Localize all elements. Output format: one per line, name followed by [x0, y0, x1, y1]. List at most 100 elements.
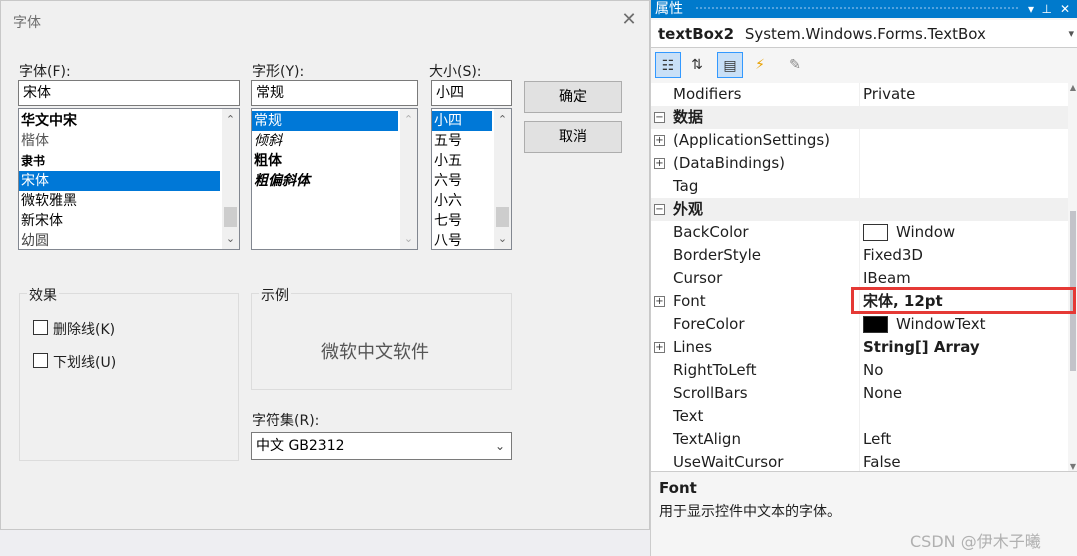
close-icon[interactable]: ✕: [618, 9, 640, 31]
font-list-item[interactable]: 幼圆: [19, 231, 220, 249]
property-name: (DataBindings): [673, 154, 786, 172]
collapse-icon[interactable]: −: [654, 204, 665, 215]
property-value[interactable]: False: [863, 451, 901, 471]
property-value[interactable]: Fixed3D: [863, 244, 923, 267]
property-row[interactable]: BorderStyle Fixed3D: [651, 244, 1068, 267]
scroll-down-icon[interactable]: ▼: [1068, 462, 1077, 471]
property-row[interactable]: ScrollBars None: [651, 382, 1068, 405]
ok-button[interactable]: 确定: [524, 81, 622, 113]
property-row[interactable]: BackColor Window: [651, 221, 1068, 244]
scroll-down-icon[interactable]: ⌄: [494, 230, 511, 247]
column-divider: [859, 175, 860, 198]
property-value[interactable]: Left: [863, 428, 891, 451]
expand-icon[interactable]: +: [654, 158, 665, 169]
font-list-scrollbar[interactable]: ⌃ ⌄: [222, 109, 239, 249]
categorized-icon[interactable]: ☷: [655, 52, 681, 78]
size-list-item[interactable]: 小六: [432, 191, 492, 211]
style-list-item[interactable]: 倾斜: [252, 131, 398, 151]
dropdown-icon[interactable]: ▾: [1028, 0, 1034, 18]
scroll-up-icon[interactable]: ⌃: [494, 111, 511, 128]
size-list-item[interactable]: 八号: [432, 231, 492, 249]
property-grid: Modifiers Private − 数据 + (ApplicationSettings…: [651, 83, 1068, 471]
property-row[interactable]: ForeColor WindowText: [651, 313, 1068, 336]
font-list-item[interactable]: 宋体: [19, 171, 220, 191]
property-value[interactable]: WindowText: [896, 313, 985, 336]
alphabetical-icon[interactable]: ⇅: [684, 52, 710, 78]
property-row[interactable]: + (DataBindings): [651, 152, 1068, 175]
property-row[interactable]: UseWaitCursor False: [651, 451, 1068, 471]
scroll-thumb[interactable]: [224, 207, 237, 227]
scroll-up-icon[interactable]: ⌃: [400, 111, 417, 128]
font-input[interactable]: 宋体: [18, 80, 240, 106]
property-name: Lines: [673, 338, 713, 356]
column-divider: [859, 382, 860, 405]
property-value[interactable]: None: [863, 382, 902, 405]
expand-icon[interactable]: +: [654, 296, 665, 307]
pin-icon[interactable]: ⊥: [1042, 0, 1052, 18]
cancel-button[interactable]: 取消: [524, 121, 622, 153]
style-list-scrollbar[interactable]: ⌃ ⌄: [400, 109, 417, 249]
object-selector[interactable]: textBox2 System.Windows.Forms.TextBox ▾: [651, 20, 1077, 48]
effects-label: 效果: [27, 285, 59, 305]
property-row[interactable]: + (ApplicationSettings): [651, 129, 1068, 152]
scroll-down-icon[interactable]: ⌄: [400, 230, 417, 247]
property-row[interactable]: Modifiers Private: [651, 83, 1068, 106]
property-row[interactable]: TextAlign Left: [651, 428, 1068, 451]
property-grid-scrollbar[interactable]: ▲ ▼: [1068, 83, 1077, 471]
chevron-down-icon: ▾: [1068, 27, 1074, 40]
collapse-icon[interactable]: −: [654, 112, 665, 123]
properties-icon[interactable]: ▤: [717, 52, 743, 78]
property-pages-icon[interactable]: ✎: [782, 52, 808, 78]
style-list-item[interactable]: 粗体: [252, 151, 398, 171]
property-row[interactable]: RightToLeft No: [651, 359, 1068, 382]
events-icon[interactable]: ⚡: [747, 52, 773, 78]
size-list-item[interactable]: 六号: [432, 171, 492, 191]
close-icon[interactable]: ✕: [1060, 0, 1070, 18]
font-list-item[interactable]: 隶书: [19, 151, 220, 171]
font-list[interactable]: 华文中宋 楷体 隶书 宋体 微软雅黑 新宋体 幼圆 ⌃ ⌄: [18, 108, 240, 250]
property-value[interactable]: String[] Array: [863, 336, 980, 359]
property-category[interactable]: − 数据: [651, 106, 1068, 129]
strikeout-label: 删除线(K): [53, 322, 116, 338]
property-name: TextAlign: [673, 430, 741, 448]
scroll-thumb[interactable]: [496, 207, 509, 227]
column-divider: [859, 152, 860, 175]
property-row[interactable]: Tag: [651, 175, 1068, 198]
charset-select[interactable]: 中文 GB2312 ⌄: [251, 432, 512, 460]
effects-group: [19, 293, 239, 461]
size-list-item[interactable]: 小五: [432, 151, 492, 171]
font-list-item[interactable]: 微软雅黑: [19, 191, 220, 211]
font-list-item[interactable]: 华文中宋: [19, 111, 220, 131]
underline-checkbox[interactable]: [33, 353, 48, 368]
scroll-up-icon[interactable]: ▲: [1068, 83, 1077, 92]
titlebar-grip: [695, 6, 1018, 11]
style-input[interactable]: 常规: [251, 80, 418, 106]
scroll-down-icon[interactable]: ⌄: [222, 230, 239, 247]
expand-icon[interactable]: +: [654, 135, 665, 146]
column-divider: [859, 83, 860, 106]
style-list-item[interactable]: 常规: [252, 111, 398, 131]
property-value[interactable]: No: [863, 359, 883, 382]
style-list-item[interactable]: 粗偏斜体: [252, 171, 398, 191]
scroll-up-icon[interactable]: ⌃: [222, 111, 239, 128]
size-list[interactable]: 小四 五号 小五 六号 小六 七号 八号 ⌃ ⌄: [431, 108, 512, 250]
size-list-item[interactable]: 七号: [432, 211, 492, 231]
size-list-scrollbar[interactable]: ⌃ ⌄: [494, 109, 511, 249]
column-divider: [859, 405, 860, 428]
font-list-item[interactable]: 新宋体: [19, 211, 220, 231]
property-value[interactable]: Window: [896, 221, 955, 244]
size-list-item[interactable]: 小四: [432, 111, 492, 131]
expand-icon[interactable]: +: [654, 342, 665, 353]
font-list-item[interactable]: 楷体: [19, 131, 220, 151]
strikeout-checkbox[interactable]: [33, 320, 48, 335]
property-row[interactable]: + Lines String[] Array: [651, 336, 1068, 359]
property-category[interactable]: − 外观: [651, 198, 1068, 221]
size-input[interactable]: 小四: [431, 80, 512, 106]
property-row[interactable]: Text: [651, 405, 1068, 428]
size-list-item[interactable]: 五号: [432, 131, 492, 151]
chevron-down-icon: ⌄: [494, 439, 505, 453]
property-value[interactable]: Private: [863, 83, 915, 106]
property-name: 外观: [673, 200, 704, 218]
style-list[interactable]: 常规 倾斜 粗体 粗偏斜体 ⌃ ⌄: [251, 108, 418, 250]
property-name: BackColor: [673, 223, 749, 241]
